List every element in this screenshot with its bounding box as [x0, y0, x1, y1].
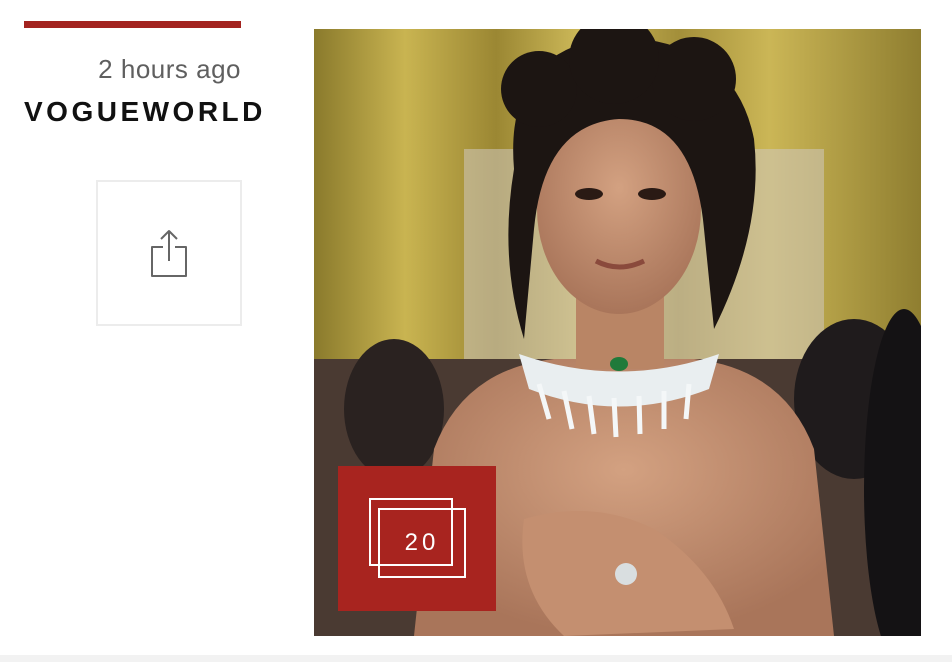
share-icon — [151, 230, 187, 277]
accent-bar — [24, 21, 241, 28]
timestamp: 2 hours ago — [98, 54, 241, 84]
gallery-icon-mask — [371, 500, 378, 564]
bottom-divider — [0, 655, 952, 662]
share-button[interactable] — [96, 180, 242, 326]
section-label[interactable]: VOGUEWORLD — [24, 96, 266, 128]
gallery-count: 20 — [404, 529, 440, 556]
article-card: 2 hours ago VOGUEWORLD 20 — [0, 0, 952, 662]
gallery-badge[interactable]: 20 — [338, 466, 496, 611]
